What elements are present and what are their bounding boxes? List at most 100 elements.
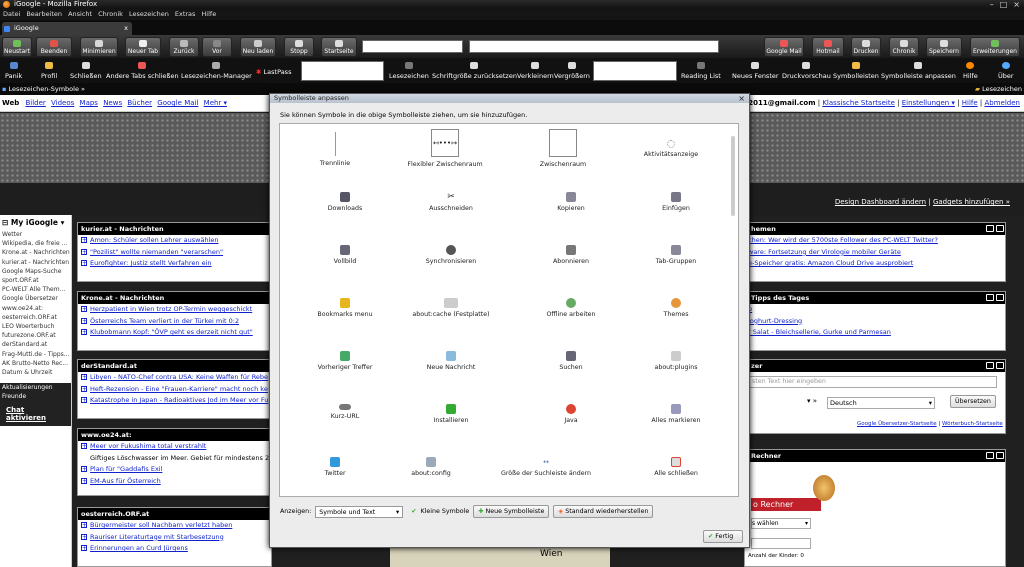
hotmail-button[interactable]: Hotmail (812, 37, 844, 57)
my-igoogle-header[interactable]: ⊟ My iGoogle ▾ (0, 215, 71, 230)
show-mode-select[interactable]: Symbole und Text ▾ (315, 505, 404, 518)
palette-item-search[interactable]: Suchen (516, 351, 626, 371)
palette-item-copy[interactable]: Kopieren (516, 192, 626, 212)
gadget-title[interactable]: Rechner (745, 450, 1005, 462)
panic-button[interactable]: Panik (5, 62, 22, 80)
checkbox-check-icon[interactable]: ✔ (411, 508, 416, 515)
maximize-icon[interactable]: □ (1000, 0, 1008, 9)
list-item[interactable]: r Salat - Bleichsellerie, Gurke und Parm… (745, 327, 1005, 339)
palette-item-subscribe[interactable]: Abonnieren (516, 245, 626, 265)
restore-default-button[interactable]: ◈ Standard wiederherstellen (553, 505, 654, 518)
gadget-title[interactable]: derStandard.at (78, 360, 271, 372)
source-language-arrow[interactable]: ▾ » (807, 397, 817, 405)
dialog-close-icon[interactable]: × (738, 94, 745, 103)
expand-icon[interactable] (81, 235, 87, 247)
menu-hilfe[interactable]: Hilfe (201, 9, 216, 20)
sidebar-item[interactable]: derStandard.at (0, 340, 71, 349)
print-preview-button[interactable]: Druckvorschau (782, 62, 831, 80)
expand-icon[interactable] (81, 520, 87, 532)
new-tab-button[interactable]: Neuer Tab (125, 37, 161, 57)
logout-link[interactable]: Abmelden (985, 99, 1021, 107)
classic-home-link[interactable]: Klassische Startseite (822, 99, 895, 107)
gadget-menu-icon[interactable] (986, 362, 994, 369)
small-icons-checkbox-label[interactable]: Kleine Symbole (421, 508, 470, 515)
sidebar-item[interactable]: Google Maps-Suche (0, 267, 71, 276)
google-mail-button[interactable]: Google Mail (764, 37, 804, 57)
expand-icon[interactable] (81, 372, 87, 384)
palette-item-downloads[interactable]: Downloads (290, 192, 400, 212)
quit-button[interactable]: Beenden (36, 37, 72, 57)
zoom-out-button[interactable]: Verkleinern (517, 62, 554, 80)
menu-lesezeichen[interactable]: Lesezeichen (129, 9, 169, 20)
gadget-menu-icon[interactable] (986, 452, 994, 459)
help-link[interactable]: Hilfe (962, 99, 978, 107)
gadget-title[interactable]: zer (745, 360, 1005, 372)
toolbars-button[interactable]: Symbolleisten (833, 62, 879, 80)
nav-maps[interactable]: Maps (80, 99, 98, 107)
reload-button[interactable]: Neu laden (240, 37, 276, 57)
list-item[interactable]: Joghurt-Dressing (745, 316, 1005, 328)
list-item[interactable]: "Pozilist" wollte niemanden "verarschen" (78, 247, 271, 259)
list-item[interactable]: EM-Aus für Österreich (78, 476, 271, 488)
gadget-menu-icon[interactable] (986, 294, 994, 301)
nav-buecher[interactable]: Bücher (127, 99, 152, 107)
menu-datei[interactable]: Datei (3, 9, 20, 20)
translator-home-link[interactable]: Google Übersetzer-Startseite (857, 421, 937, 427)
palette-item-flexible-space[interactable]: ↤•••↦ Flexibler Zwischenraum (390, 129, 500, 168)
gadget-title[interactable]: kurier.at - Nachrichten (78, 223, 271, 235)
palette-item-resize-search[interactable]: ↔ Größe der Suchleiste ändern (491, 457, 601, 477)
gadget-menu-icon[interactable] (986, 225, 994, 232)
dictionary-link[interactable]: Wörterbuch-Startseite (942, 421, 1003, 427)
sidebar-item[interactable]: oesterreich.ORF.at (0, 313, 71, 322)
menu-ansicht[interactable]: Ansicht (68, 9, 92, 20)
palette-item-activity[interactable]: Aktivitätsanzeige (616, 140, 726, 158)
gadget-title[interactable]: hemen (745, 223, 1005, 235)
palette-item-space[interactable]: Zwischenraum (508, 129, 618, 168)
palette-item-tab-groups[interactable]: Tab-Gruppen (621, 245, 731, 265)
collapse-icon[interactable]: ⊟ (2, 218, 8, 227)
settings-link[interactable]: Einstellungen ▾ (902, 99, 955, 107)
palette-item-separator[interactable]: Trennlinie (280, 132, 390, 167)
back-button[interactable]: Zurück (169, 37, 199, 57)
palette-item-java[interactable]: Java (516, 404, 626, 424)
list-item[interactable]: Rauriser Literaturtage mit Starbesetzung (78, 532, 271, 544)
list-item[interactable]: chen: Wer wird der 5700ste Follower des … (745, 235, 1005, 247)
expand-icon[interactable] (81, 441, 87, 453)
restart-button[interactable]: Neustart (2, 37, 32, 57)
nav-google-mail[interactable]: Google Mail (157, 99, 198, 107)
sidebar-friends[interactable]: Freunde (0, 392, 71, 402)
list-item[interactable]: Österreichs Team verliert in der Türkei … (78, 316, 271, 328)
close-icon[interactable]: × (1013, 0, 1020, 9)
map-gadget[interactable]: Wien (390, 545, 610, 567)
history-button[interactable]: Chronik (889, 37, 919, 57)
gadget-title[interactable]: Tipps des Tages (745, 292, 1005, 304)
palette-item-bookmarks-menu[interactable]: Bookmarks menu (290, 298, 400, 318)
palette-item-find-previous[interactable]: Vorheriger Treffer (290, 351, 400, 371)
palette-item-paste[interactable]: Einfügen (621, 192, 731, 212)
list-item[interactable]: Klubobmann Kopf: "ÖVP geht es derzeit ni… (78, 327, 271, 339)
bookmark-manager-button[interactable]: Lesezeichen-Manager (181, 62, 252, 80)
nav-bilder[interactable]: Bilder (25, 99, 45, 107)
gadget-title[interactable]: Krone.at - Nachrichten (78, 292, 271, 304)
list-item[interactable]: Herzpatient in Wien trotz OP-Termin wegg… (78, 304, 271, 316)
expand-icon[interactable] (81, 327, 87, 339)
translate-button[interactable]: Übersetzen (950, 395, 996, 408)
add-gadgets-link[interactable]: Gadgets hinzufügen » (933, 198, 1010, 206)
tab-igoogle[interactable]: iGoogle x (2, 22, 132, 35)
zoom-in-button[interactable]: Vergrößern (554, 62, 590, 80)
list-item[interactable]: Amon: Schüler sollen Lehrer auswählen (78, 235, 271, 247)
lastpass-field[interactable] (301, 61, 384, 81)
sidebar-item[interactable]: Wikipedia, die freie ... (0, 239, 71, 248)
reset-font-size-button[interactable]: Schriftgröße zurücksetzen (432, 62, 517, 80)
new-window-button[interactable]: Neues Fenster (732, 62, 779, 80)
sidebar-updates[interactable]: Aktualisierungen (0, 383, 71, 393)
bookmarks-menu-button[interactable]: ▰ Lesezeichen (975, 83, 1022, 95)
close-tab-button[interactable]: Schließen (70, 62, 102, 80)
change-design-link[interactable]: Design Dashboard ändern (835, 198, 926, 206)
gadget-minimize-icon[interactable] (996, 294, 1004, 301)
palette-item-work-offline[interactable]: Offline arbeiten (516, 298, 626, 318)
sidebar-item[interactable]: PC-WELT Alle Them... (0, 285, 71, 294)
home-button[interactable]: Startseite (321, 37, 357, 57)
gadget-title[interactable]: oesterreich.ORF.at (78, 508, 271, 520)
sidebar-item[interactable]: sport.ORF.at (0, 276, 71, 285)
